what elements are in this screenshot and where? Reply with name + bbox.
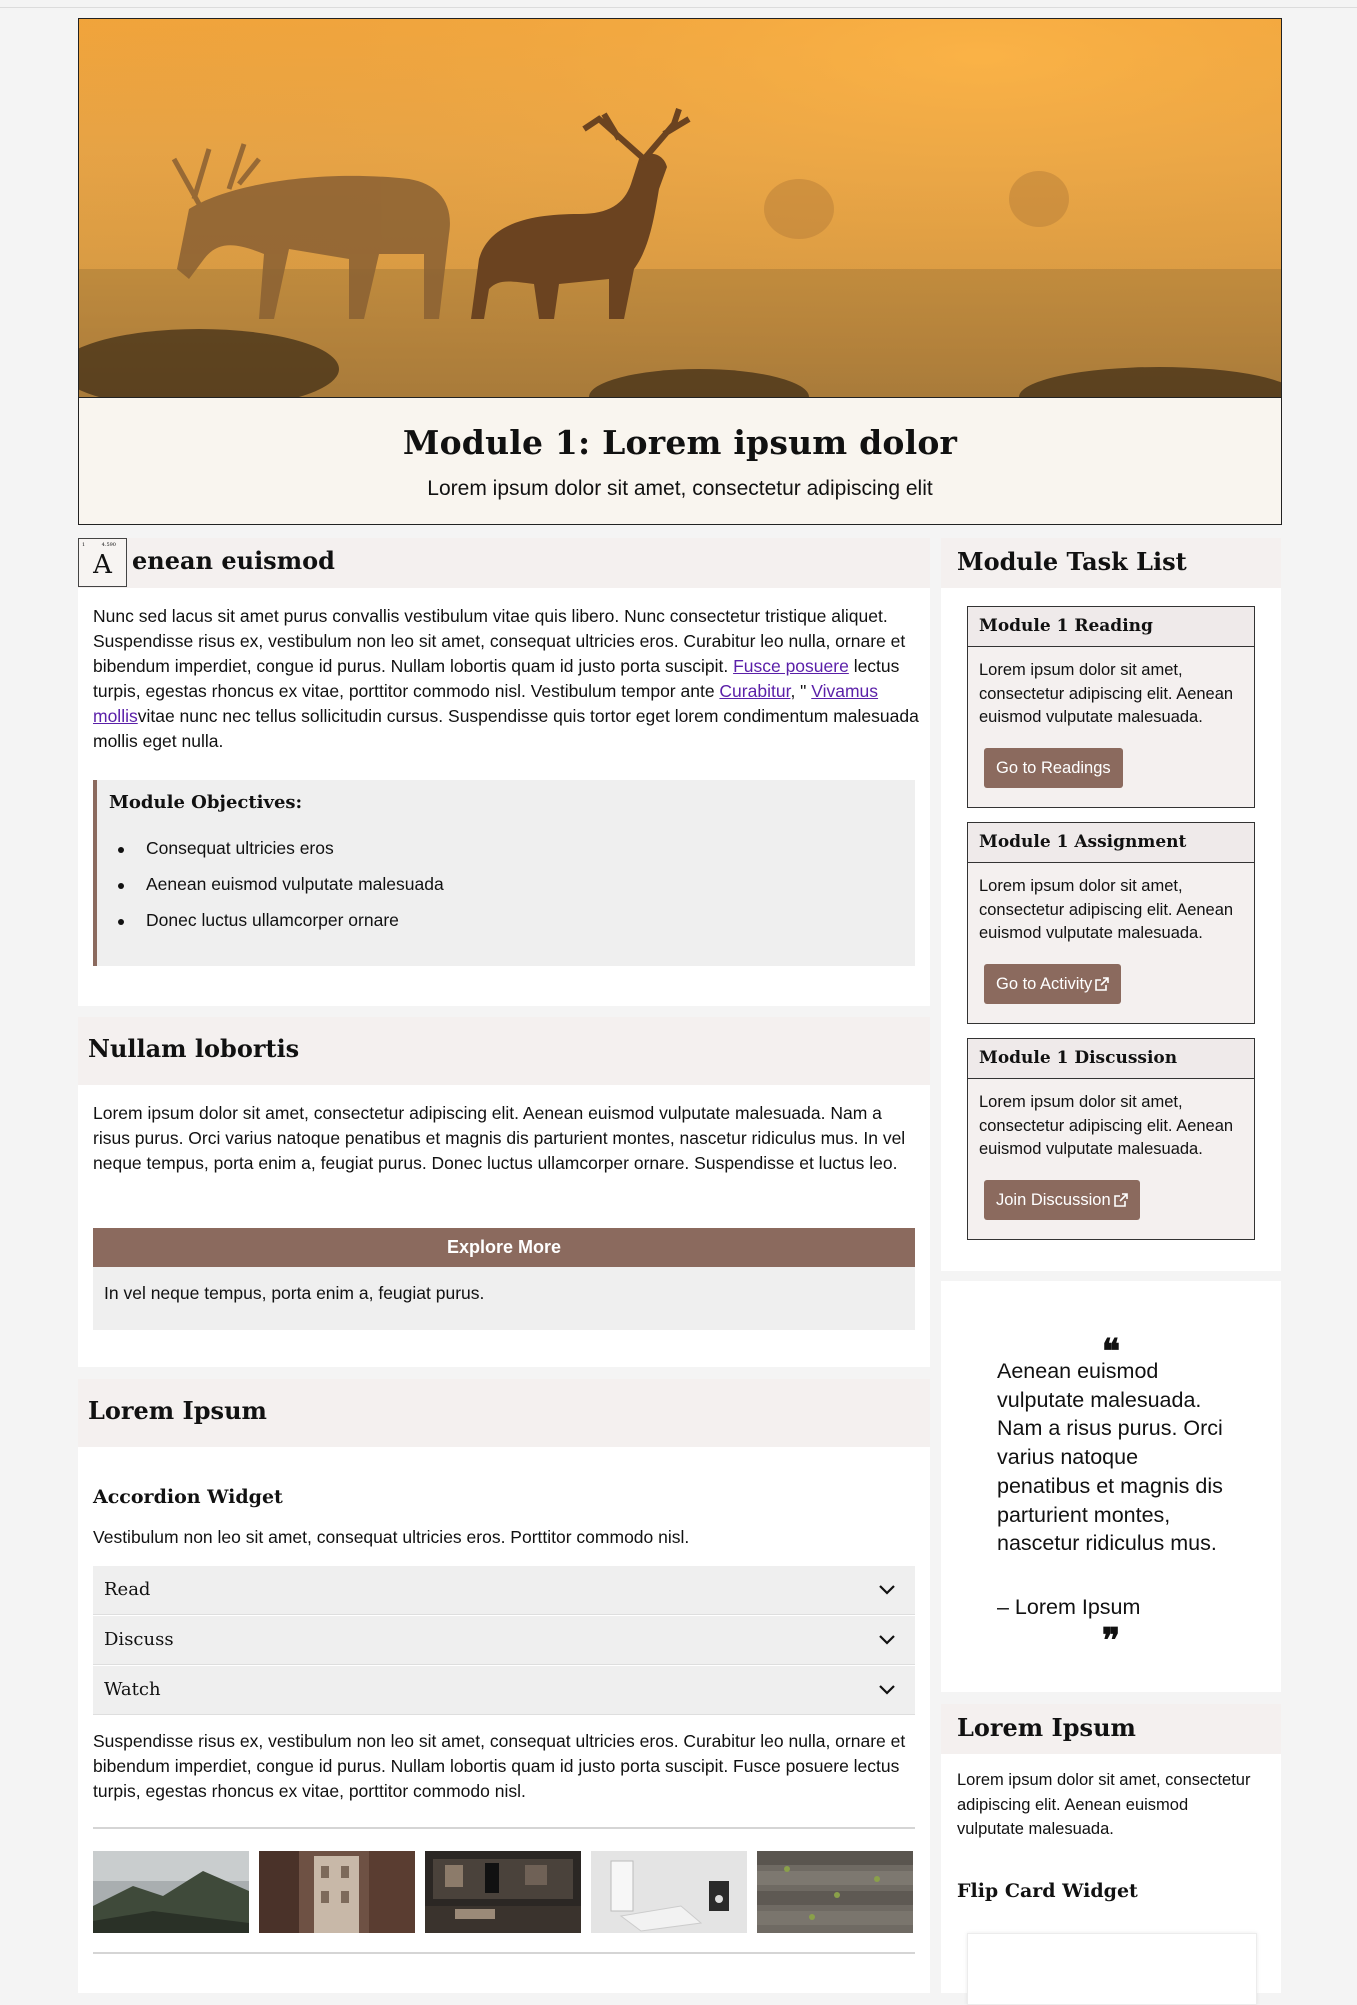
accordion-label: Read [104, 1579, 151, 1600]
go-to-readings-button[interactable]: Go to Readings [984, 748, 1123, 788]
task-card-text: Lorem ipsum dolor sit amet, consectetur … [979, 1093, 1234, 1158]
section-header: 1 4.590 A enean euismod [78, 538, 930, 588]
intro-text-d: vitae nunc nec tellus sollicitudin cursu… [93, 706, 919, 751]
flip-card-title: Flip Card Widget [957, 1880, 1138, 1902]
button-label: Go to Activity [996, 975, 1093, 993]
section-title: Module Task List [957, 547, 1187, 576]
sidebar-lorem-section: Lorem Ipsum Lorem ipsum dolor sit amet, … [941, 1704, 1281, 2005]
task-card-discussion: Module 1 Discussion Lorem ipsum dolor si… [967, 1038, 1255, 1240]
objective-item: Donec luctus ullamcorper ornare [118, 910, 444, 946]
gallery-thumbnail-mountain[interactable] [93, 1851, 249, 1933]
chevron-down-icon [879, 1585, 895, 1595]
page-title: Module 1: Lorem ipsum dolor [402, 423, 958, 462]
chevron-down-icon [879, 1635, 895, 1645]
objective-item: Aenean euismod vulputate malesuada [118, 874, 444, 910]
module-task-list: Module Task List Module 1 Reading Lorem … [941, 538, 1281, 1271]
lorem-ipsum-section: Lorem Ipsum Accordion Widget Vestibulum … [78, 1379, 930, 1993]
task-card-text: Lorem ipsum dolor sit amet, consectetur … [979, 877, 1234, 942]
gallery-thumbnail-wood[interactable] [757, 1851, 913, 1933]
dropcap-note-left: 1 [82, 542, 86, 548]
accordion-item-read[interactable]: Read [93, 1566, 915, 1615]
section-paragraph: Lorem ipsum dolor sit amet, consectetur … [93, 1103, 906, 1173]
section-header: Lorem Ipsum [941, 1704, 1281, 1754]
explore-more-button[interactable]: Explore More [93, 1228, 915, 1267]
accordion-label: Watch [104, 1679, 161, 1700]
button-label: Join Discussion [996, 1191, 1111, 1209]
divider [93, 1952, 915, 1954]
dropcap-char: A [93, 550, 112, 580]
accordion-item-watch[interactable]: Watch [93, 1666, 915, 1715]
section-title: Lorem Ipsum [957, 1713, 1136, 1742]
module-banner: Module 1: Lorem ipsum dolor Lorem ipsum … [78, 18, 1282, 525]
task-card-text: Lorem ipsum dolor sit amet, consectetur … [979, 661, 1234, 726]
section-paragraph: Lorem ipsum dolor sit amet, consectetur … [957, 1771, 1251, 1838]
task-card-assignment: Module 1 Assignment Lorem ipsum dolor si… [967, 822, 1255, 1024]
objective-item: Consequat ultricies eros [118, 838, 444, 874]
divider [93, 1827, 915, 1829]
explore-more-panel: In vel neque tempus, porta enim a, feugi… [93, 1267, 915, 1330]
quote-text: Aenean euismod vulputate malesuada. Nam … [997, 1359, 1223, 1556]
link-curabitur[interactable]: Curabitur [719, 681, 790, 701]
link-fusce-posuere[interactable]: Fusce posuere [733, 656, 849, 676]
top-divider [0, 7, 1357, 8]
gallery-thumbnail-shop[interactable] [425, 1851, 581, 1933]
gallery-thumbnail-street[interactable] [259, 1851, 415, 1933]
accordion-title: Accordion Widget [93, 1486, 283, 1508]
accordion-description: Vestibulum non leo sit amet, consequat u… [93, 1527, 690, 1547]
chevron-down-icon [879, 1685, 895, 1695]
intro-text-c: , " [790, 681, 812, 701]
dropcap-note-right: 4.590 [101, 542, 116, 548]
intro-section: 1 4.590 A enean euismod Nunc sed lacus s… [78, 538, 930, 1006]
accordion-item-discuss[interactable]: Discuss [93, 1616, 915, 1665]
section-title: Nullam lobortis [88, 1034, 300, 1063]
section-title: Lorem Ipsum [88, 1396, 267, 1425]
gallery-thumbnail-desk[interactable] [591, 1851, 747, 1933]
dropcap-letter: 1 4.590 A [78, 538, 127, 587]
section-paragraph: Suspendisse risus ex, vestibulum non leo… [93, 1731, 906, 1801]
section-header: Module Task List [941, 538, 1281, 588]
accordion-label: Discuss [104, 1629, 174, 1650]
objectives-title: Module Objectives: [109, 792, 303, 813]
section-header: Nullam lobortis [78, 1017, 930, 1085]
task-card-title: Module 1 Assignment [968, 823, 1254, 863]
join-discussion-button[interactable]: Join Discussion [984, 1180, 1140, 1220]
objectives-list: Consequat ultricies eros Aenean euismod … [118, 838, 444, 946]
quote-close-icon: ❞ [1101, 1621, 1121, 1661]
external-link-icon [1113, 1193, 1128, 1207]
task-card-reading: Module 1 Reading Lorem ipsum dolor sit a… [967, 606, 1255, 808]
page-subtitle: Lorem ipsum dolor sit amet, consectetur … [427, 477, 933, 500]
explore-more-text: In vel neque tempus, porta enim a, feugi… [104, 1283, 485, 1303]
quote-block: ❝ Aenean euismod vulputate malesuada. Na… [941, 1281, 1281, 1692]
go-to-activity-button[interactable]: Go to Activity [984, 964, 1122, 1004]
external-link-icon [1095, 977, 1110, 991]
quote-author: – Lorem Ipsum [997, 1595, 1141, 1619]
nullam-section: Nullam lobortis Lorem ipsum dolor sit am… [78, 1017, 930, 1367]
task-card-title: Module 1 Discussion [968, 1039, 1254, 1079]
button-label: Go to Readings [996, 759, 1111, 777]
section-header: Lorem Ipsum [78, 1379, 930, 1447]
section-title: enean euismod [132, 546, 335, 575]
intro-paragraph: Nunc sed lacus sit amet purus convallis … [93, 604, 923, 754]
flip-card[interactable] [967, 1933, 1257, 2005]
task-card-title: Module 1 Reading [968, 607, 1254, 647]
hero-image-deer [79, 19, 1281, 398]
